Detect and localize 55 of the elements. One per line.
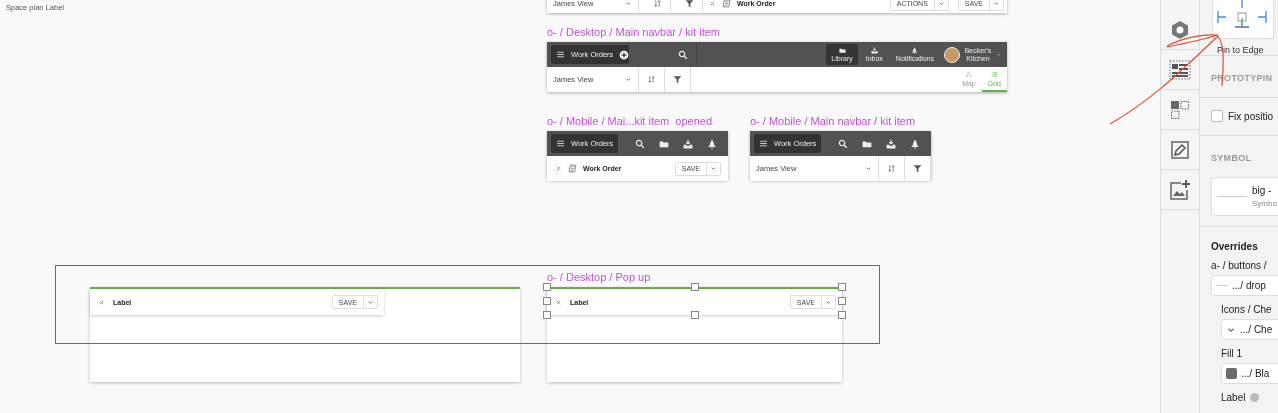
menu-icon <box>556 50 565 59</box>
layers-icon <box>1250 393 1260 402</box>
menu-icon <box>556 139 565 148</box>
artboard-title[interactable]: o- / Mobile / Mai...kit item opened <box>547 116 728 127</box>
override-dropdown[interactable]: .../ drop <box>1211 275 1278 296</box>
override-label: Label <box>1221 392 1246 403</box>
close-icon[interactable] <box>555 298 562 306</box>
add-image-icon[interactable] <box>1169 178 1191 201</box>
search-icon[interactable] <box>635 138 645 149</box>
people-icon <box>965 70 973 78</box>
pencil-frame-icon[interactable] <box>1170 139 1190 160</box>
sort-arrows-icon[interactable] <box>887 164 896 173</box>
override-label: Fill 1 <box>1221 348 1244 359</box>
checkbox[interactable] <box>1211 110 1223 122</box>
search-icon[interactable] <box>838 138 848 149</box>
override-dropdown[interactable]: .../ Che <box>1221 319 1278 340</box>
symbol-caption: Symbo <box>1252 199 1277 208</box>
close-icon[interactable] <box>709 0 716 7</box>
document-icon <box>568 164 577 173</box>
section-title: Overrides <box>1200 226 1278 252</box>
folder-icon <box>838 47 846 54</box>
line-preview <box>1216 285 1228 286</box>
document-icon <box>722 0 731 8</box>
list-layout-icon[interactable] <box>1169 59 1191 80</box>
override-dropdown[interactable]: .../ Bla <box>1221 363 1278 384</box>
sort-arrows-icon[interactable] <box>647 75 656 84</box>
search-icon[interactable] <box>678 49 688 60</box>
pin-to-edge-diagram[interactable] <box>1212 0 1274 39</box>
symbol-name: big - <box>1252 185 1273 196</box>
checkbox-label: Fix positio <box>1228 110 1273 122</box>
funnel-icon[interactable] <box>685 0 694 8</box>
menu-icon <box>759 139 768 148</box>
symbol-picker[interactable]: big - Symbo <box>1211 177 1278 216</box>
download-tray-icon[interactable] <box>683 138 693 149</box>
sort-arrows-icon[interactable] <box>653 0 662 8</box>
artboard-title[interactable]: o- / Mobile / Main navbar / kit item <box>750 116 931 127</box>
bell-icon <box>911 47 919 54</box>
plus-circle-icon[interactable] <box>619 49 630 60</box>
funnel-icon[interactable] <box>913 164 922 173</box>
override-label: Icons / Che <box>1221 304 1273 315</box>
funnel-icon[interactable] <box>673 75 682 84</box>
download-tray-icon[interactable] <box>886 138 896 149</box>
bell-icon[interactable] <box>910 138 920 149</box>
avatar <box>944 46 960 63</box>
list-icon <box>990 70 998 78</box>
close-icon[interactable] <box>555 165 562 172</box>
close-icon[interactable] <box>98 298 105 306</box>
artboard-title[interactable]: o- / Desktop / Pop up <box>547 272 842 283</box>
squares-icon[interactable] <box>1170 99 1190 120</box>
download-tray-icon <box>870 47 878 54</box>
override-label: a- / buttons / <box>1211 260 1268 271</box>
hexagon-icon[interactable] <box>1170 19 1190 40</box>
artboard-title[interactable]: o- / Desktop / Main navbar / kit item <box>547 27 1007 38</box>
bell-icon[interactable] <box>707 138 717 149</box>
selection-handles-drawing[interactable] <box>543 283 846 319</box>
